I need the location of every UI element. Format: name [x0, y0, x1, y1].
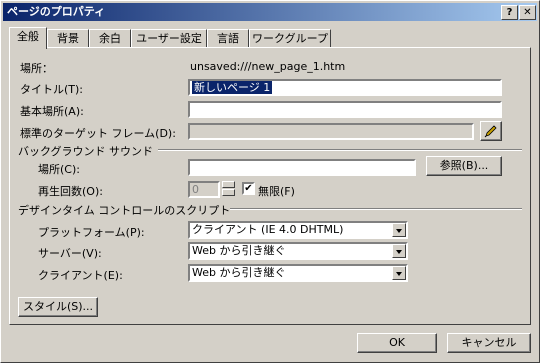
bgsound-group-line — [158, 149, 522, 151]
help-button[interactable]: ? — [501, 5, 518, 20]
platform-label: プラットフォーム(P): — [38, 226, 145, 239]
close-icon: ✕ — [523, 7, 532, 18]
title-bar: ページのプロパティ ? ✕ — [3, 3, 537, 21]
page-properties-dialog: ページのプロパティ ? ✕ 全般 背景 余白 ユーザー設定 言語 ワークグループ… — [0, 0, 540, 363]
sound-location-field[interactable] — [188, 159, 416, 176]
tab-margins[interactable]: 余白 — [89, 29, 131, 48]
target-frame-button[interactable] — [480, 121, 502, 141]
designtime-group-line — [230, 208, 522, 210]
tab-custom[interactable]: ユーザー設定 — [131, 29, 207, 48]
ok-button[interactable]: OK — [357, 333, 437, 353]
tab-language[interactable]: 言語 — [207, 29, 249, 48]
tab-general[interactable]: 全般 — [9, 27, 47, 49]
default-target-frame-field[interactable] — [188, 123, 474, 140]
general-panel: 場所： unsaved:///new_page_1.htm タイトル(T): 新… — [9, 47, 531, 325]
base-location-field[interactable] — [188, 101, 502, 118]
chevron-down-icon[interactable] — [392, 244, 406, 258]
server-select[interactable]: Web から引き継ぐ — [188, 242, 408, 260]
title-label: タイトル(T): — [20, 83, 84, 96]
loop-label: 再生回数(O): — [38, 185, 103, 198]
server-label: サーバー(V): — [38, 247, 102, 260]
browse-button[interactable]: 参照(B)... — [426, 156, 502, 176]
platform-select[interactable]: クライアント (IE 4.0 DHTML) — [188, 221, 408, 239]
default-target-frame-label: 標準のターゲット フレーム(D): — [20, 127, 176, 140]
cancel-button[interactable]: キャンセル — [447, 333, 531, 353]
close-button[interactable]: ✕ — [519, 5, 536, 20]
style-button[interactable]: スタイル(S)... — [18, 297, 98, 317]
sound-location-label: 場所(C): — [38, 163, 80, 176]
loop-count-field[interactable]: 0 — [188, 181, 220, 198]
client-select[interactable]: Web から引き継ぐ — [188, 264, 408, 282]
window-title: ページのプロパティ — [7, 5, 106, 18]
base-location-label: 基本場所(A): — [20, 105, 84, 118]
designtime-group-label: デザインタイム コントロールのスクリプト — [18, 204, 231, 217]
infinite-label: 無限(F) — [258, 185, 295, 198]
location-label: 場所： — [20, 62, 53, 75]
infinite-checkbox[interactable]: ✔ — [242, 182, 255, 195]
tab-background[interactable]: 背景 — [47, 29, 89, 48]
client-label: クライアント(E): — [38, 269, 123, 282]
loop-spinner[interactable] — [222, 181, 235, 197]
chevron-down-icon[interactable] — [392, 223, 406, 237]
bgsound-group-label: バックグラウンド サウンド — [18, 145, 154, 158]
title-field[interactable]: 新しいページ 1 — [188, 79, 502, 96]
location-value: unsaved:///new_page_1.htm — [190, 60, 346, 73]
chevron-down-icon[interactable] — [392, 266, 406, 280]
pencil-icon — [484, 125, 497, 138]
tab-workgroup[interactable]: ワークグループ — [249, 29, 331, 48]
